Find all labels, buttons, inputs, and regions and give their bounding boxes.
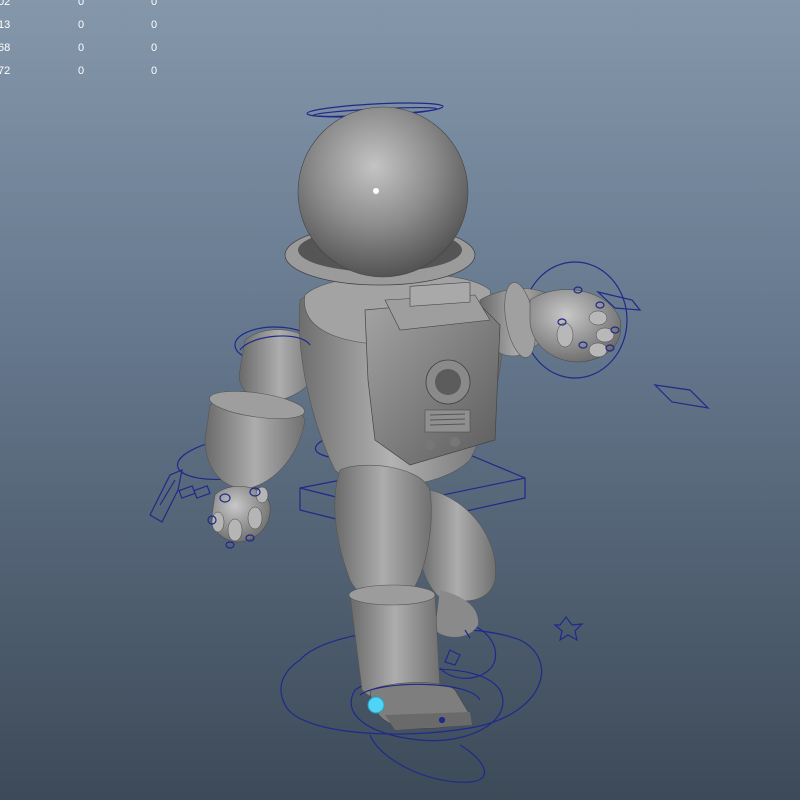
left-hand-finger <box>247 506 263 530</box>
right-hand-thumb <box>556 322 574 348</box>
left-boot-rim <box>348 584 436 606</box>
left-hand-finger <box>227 518 243 542</box>
foot-control-toe <box>369 734 485 783</box>
right-hand-finger <box>588 342 608 358</box>
backpack-display <box>409 281 471 307</box>
left-thigh <box>334 464 432 604</box>
astronaut-rig-scene[interactable] <box>0 0 800 800</box>
left-finger-ctrl <box>225 541 235 549</box>
selected-heel-control[interactable] <box>367 696 385 714</box>
helmet-dome <box>297 106 469 278</box>
right-hand-ik-control-2 <box>653 384 710 409</box>
right-hand-finger <box>588 310 608 326</box>
foot-pivot-control <box>444 649 461 666</box>
left-hand-finger <box>211 511 225 533</box>
astronaut-mesh[interactable] <box>204 106 622 730</box>
helmet-highlight <box>373 188 379 194</box>
backpack-knob <box>450 437 460 447</box>
3d-viewport[interactable]: 02 0 0 13 0 0 68 0 0 72 0 0 <box>0 0 800 800</box>
backpack-dial-inner <box>435 369 461 395</box>
backpack-knob <box>425 440 435 450</box>
backpack-grille <box>424 409 471 433</box>
left-hand-finger-control <box>193 485 211 499</box>
left-hand-finger-control <box>178 485 196 499</box>
knee-pole-vector <box>553 616 584 642</box>
left-boot-sole <box>385 712 472 730</box>
